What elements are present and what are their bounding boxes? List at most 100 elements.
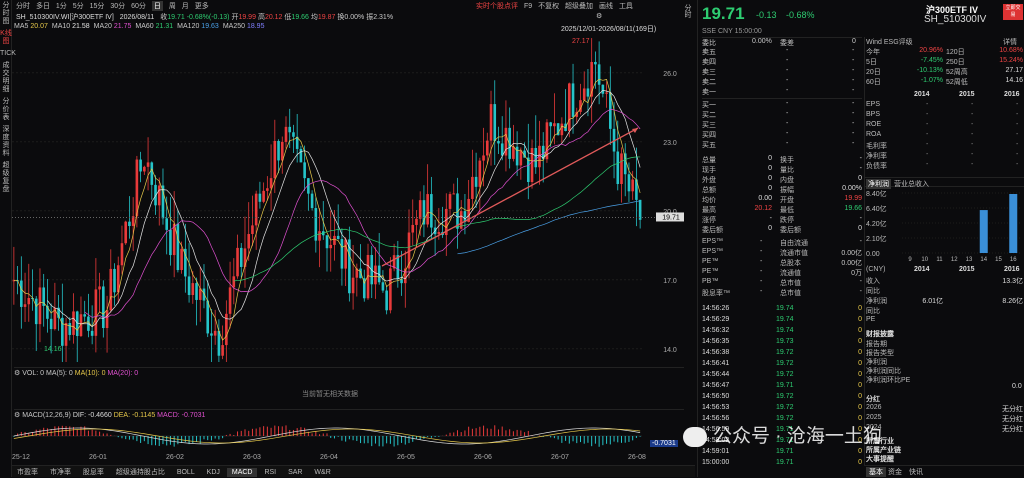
candle-body — [597, 64, 601, 85]
top-link[interactable]: 超级叠加 — [565, 1, 593, 11]
stat-row: 均价 0.00 开盘 19.99 — [702, 195, 862, 205]
date-axis-label: 26-08 — [628, 454, 646, 461]
stat-value: - — [769, 215, 772, 222]
metric-value: - — [926, 131, 929, 138]
settings-icon[interactable]: ⚙ — [596, 12, 602, 20]
macd-legend: ⚙ MACD(12,26,9) DIF: -0.4660 DEA: -0.114… — [14, 409, 684, 419]
period-tab[interactable]: 15分 — [90, 1, 105, 11]
metric-value: - — [926, 141, 929, 148]
indicator-tab[interactable]: 股息率 — [78, 466, 109, 478]
tick-volume: 0 — [858, 393, 862, 400]
price-axis-label: 23.0 — [663, 140, 677, 147]
indicator-tab[interactable]: W&R — [309, 468, 335, 477]
period-tab[interactable]: 周 — [169, 1, 176, 11]
top-link[interactable]: F9 — [524, 3, 532, 10]
kline-chart[interactable]: 26.023.020.017.014.027.1714.1619.71 — [12, 32, 684, 362]
candle-body — [195, 283, 198, 300]
candle-body — [38, 287, 42, 325]
esg-detail-link[interactable]: 详情 — [1003, 37, 1017, 47]
sidebar-item[interactable]: 超级复盘 — [0, 162, 12, 194]
candle-body — [549, 122, 552, 127]
vol-ma10: MA(10): 0 — [74, 370, 106, 377]
macd-chart[interactable] — [12, 419, 684, 453]
report-row: 净利润 — [866, 359, 887, 366]
period-tab[interactable]: 60分 — [131, 1, 146, 11]
tick-volume: 0 — [858, 404, 862, 411]
top-link[interactable]: 工具 — [619, 1, 633, 11]
high-label: 高 — [257, 14, 265, 21]
tab-revenue[interactable]: 营业总收入 — [894, 179, 929, 189]
performance-value: 15.24% — [999, 57, 1023, 64]
candle-body — [49, 318, 53, 330]
fundamental-value: - — [859, 278, 862, 285]
candle-body — [415, 218, 418, 225]
tick-time: 14:56:47 — [702, 382, 730, 389]
indicator-tab[interactable]: RSI — [259, 468, 281, 477]
candle-body — [120, 243, 124, 266]
report-title: 财报披露 — [866, 331, 894, 338]
metric-value: - — [971, 111, 974, 118]
fundamental-value: - — [760, 278, 763, 285]
extra-link[interactable]: 所属产业链 — [866, 445, 1023, 454]
indicator-tab[interactable]: SAR — [283, 468, 307, 477]
period-tab-day[interactable]: 日 — [151, 1, 163, 11]
indicator-tab[interactable]: 市净率 — [45, 466, 76, 478]
fundamental-value: - — [760, 268, 763, 275]
quote-time: 15:00:00 — [734, 28, 762, 35]
period-tab[interactable]: 更多 — [195, 1, 209, 11]
ma-legend-item: MA250 18.95 — [223, 23, 265, 30]
trade-button[interactable]: 立即交易 — [1003, 4, 1023, 20]
period-tab[interactable]: 1分 — [56, 1, 67, 11]
candle-body — [430, 194, 433, 228]
top-link[interactable]: 画线 — [599, 1, 613, 11]
tick-row: 14:56:50 19.72 0 — [702, 393, 862, 404]
vol-settings-icon[interactable]: ⚙ — [14, 370, 20, 377]
metric-value: - — [1016, 121, 1019, 128]
period-tab[interactable]: 30分 — [110, 1, 125, 11]
macd-settings-icon[interactable]: ⚙ — [14, 412, 20, 419]
sidebar-item[interactable]: 分时图 — [0, 2, 12, 26]
ma-legend: MA5 20.07 MA10 21.58 MA20 21.75 MA60 21.31 M… — [14, 23, 268, 30]
sidebar-item[interactable]: 成交明细 — [0, 62, 12, 94]
period-tab[interactable]: 分时 — [16, 1, 30, 11]
tab-funds[interactable]: 资金 — [888, 467, 902, 477]
top-link[interactable]: 实时个股点评 — [476, 1, 518, 11]
extra-link[interactable]: 大事提醒 — [866, 454, 1023, 463]
candle-body — [333, 235, 336, 245]
extra-link[interactable]: 所属行业 — [866, 436, 1023, 445]
metric-year: 2015 — [959, 91, 975, 98]
dividend-row: 2026 无分红 — [866, 404, 1023, 414]
tab-basic[interactable]: 基本 — [866, 467, 886, 477]
fundamental-label: EPS™ — [702, 238, 724, 245]
period-tab[interactable]: 5分 — [73, 1, 84, 11]
quote-panel: 19.71 -0.13 -0.68% 沪300ETF IV SH_510300I… — [697, 0, 1024, 477]
candle-body — [325, 235, 329, 249]
date-axis-label: 26-07 — [551, 454, 569, 461]
report-row: 报告类型 — [866, 350, 894, 357]
indicator-tab-macd[interactable]: MACD — [226, 468, 258, 477]
sidebar-item[interactable]: K线图 — [0, 30, 12, 46]
indicator-tab[interactable]: 市盈率 — [12, 466, 43, 478]
open-value: 19.99 — [238, 14, 256, 21]
period-tab[interactable]: 多日 — [36, 1, 50, 11]
period-tab[interactable]: 月 — [182, 1, 189, 11]
fundamentals: EPS™ - 自由流通 - EPS™ - 流通市值 0.00亿 PE™ - 总股本 0.00亿 PE™ -… — [702, 238, 862, 298]
dividend-year: 2026 — [866, 404, 882, 411]
indicator-tab[interactable]: BOLL — [172, 468, 200, 477]
candle-body — [247, 234, 251, 249]
tab-news[interactable]: 快讯 — [909, 467, 923, 477]
indicator-tab[interactable]: 超级通持股占比 — [111, 466, 170, 478]
collapse-icon[interactable]: 分时 — [682, 4, 692, 18]
sidebar-item[interactable]: 分价表 — [0, 98, 12, 122]
candle-body — [571, 83, 575, 117]
top-link[interactable]: 不复权 — [538, 1, 559, 11]
sidebar-item[interactable]: 深度资料 — [0, 126, 12, 158]
tab-net-profit[interactable]: 净利润 — [866, 179, 891, 189]
sidebar-item[interactable]: TICK — [0, 50, 16, 58]
profit-label: 同比 — [866, 288, 880, 295]
indicator-tab[interactable]: KDJ — [202, 468, 225, 477]
stat-label: 开盘 — [780, 197, 794, 204]
stat-label: 均价 — [702, 197, 716, 204]
vol-value: VOL: 0 — [22, 370, 45, 377]
performance-value: 27.17 — [1005, 67, 1023, 74]
